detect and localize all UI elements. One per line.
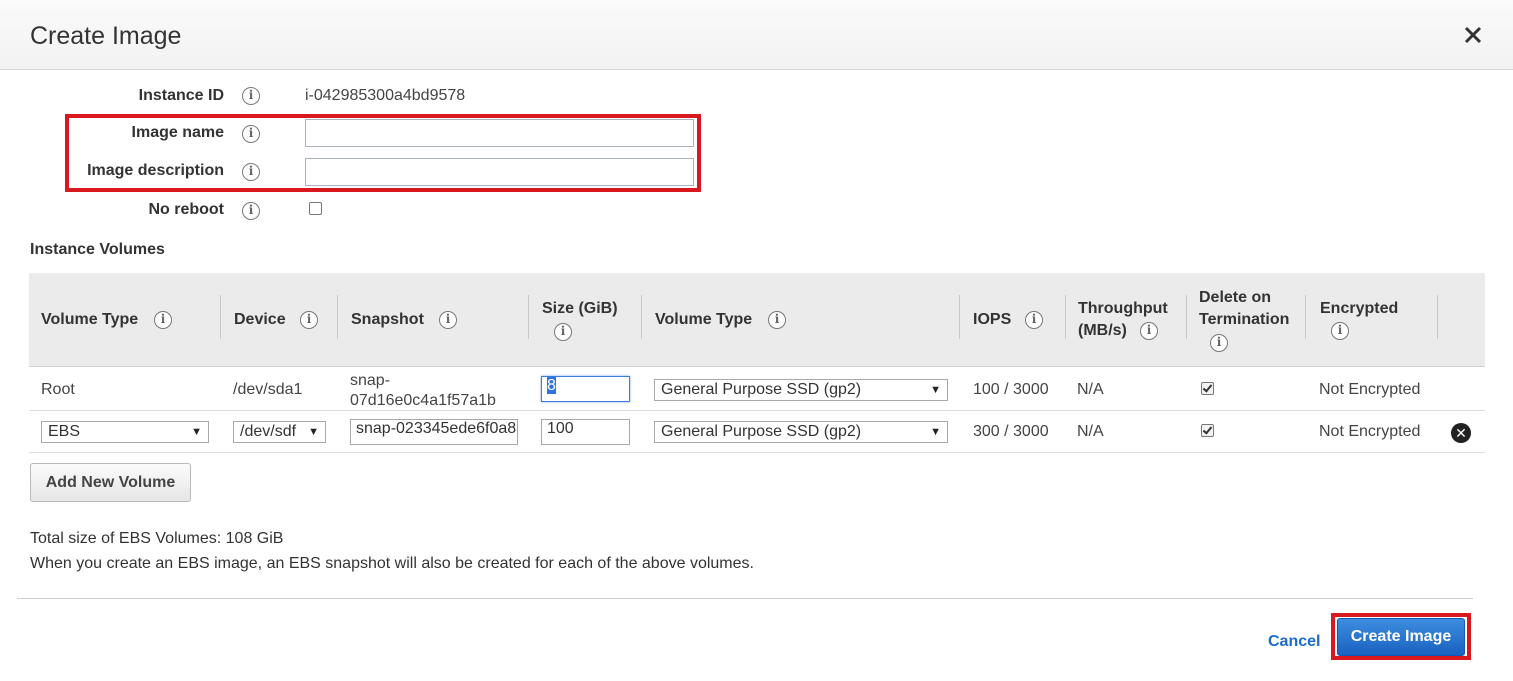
device-value: /dev/sdf — [240, 423, 297, 440]
col-encrypted: Encrypted — [1320, 300, 1399, 317]
ebs-volume-type-value: General Purpose SSD (gp2) — [661, 423, 862, 440]
highlight-box-form — [65, 114, 701, 192]
row-device: /dev/sda1 — [233, 381, 303, 398]
chevron-down-icon: ▼ — [930, 426, 941, 438]
info-icon[interactable]: i — [1331, 322, 1349, 340]
add-new-volume-button[interactable]: Add New Volume — [30, 463, 191, 502]
column-divider — [220, 295, 221, 339]
row-iops: 100 / 3000 — [973, 381, 1049, 398]
col-delete-line2: Termination — [1199, 311, 1290, 328]
total-size-text: Total size of EBS Volumes: 108 GiB — [30, 530, 284, 547]
instance-id-value: i-042985300a4bd9578 — [305, 87, 466, 104]
row-encrypted: Not Encrypted — [1319, 423, 1421, 440]
no-reboot-row: No reboot i — [0, 195, 760, 225]
col-ebs-volume-type: Volume Type — [655, 311, 753, 328]
snapshot-input[interactable]: snap-023345ede6f0a8 — [350, 419, 518, 445]
info-icon[interactable]: i — [554, 323, 572, 341]
ebs-volume-type-select[interactable]: General Purpose SSD (gp2) ▼ — [654, 421, 948, 443]
dialog-header: Create Image — [0, 0, 1513, 70]
chevron-down-icon: ▼ — [191, 426, 202, 438]
column-divider — [1437, 295, 1438, 339]
chevron-down-icon: ▼ — [308, 426, 319, 438]
row-snapshot-line2: 07d16e0c4a1f57a1b — [350, 392, 496, 409]
col-volume-type: Volume Type — [41, 311, 139, 328]
info-icon[interactable]: i — [1025, 311, 1043, 329]
row-divider — [29, 410, 1485, 411]
snapshot-note-text: When you create an EBS image, an EBS sna… — [30, 555, 754, 572]
col-iops: IOPS — [973, 311, 1012, 328]
delete-on-termination-checkbox[interactable] — [1201, 424, 1214, 437]
no-reboot-label: No reboot — [148, 201, 224, 218]
column-divider — [641, 295, 642, 339]
volume-type-select[interactable]: EBS ▼ — [41, 421, 209, 443]
info-icon[interactable]: i — [439, 311, 457, 329]
ebs-volume-type-value: General Purpose SSD (gp2) — [661, 381, 862, 398]
volume-type-value: EBS — [48, 423, 81, 440]
col-size: Size (GiB) — [542, 300, 618, 317]
column-divider — [528, 295, 529, 339]
dialog-title: Create Image — [30, 22, 182, 50]
column-divider — [1305, 295, 1306, 339]
info-icon[interactable]: i — [242, 202, 260, 220]
info-icon[interactable]: i — [242, 87, 260, 105]
row-snapshot-line1: snap- — [350, 372, 391, 389]
chevron-down-icon: ▼ — [930, 384, 941, 396]
instance-id-row: Instance ID i i-042985300a4bd9578 — [0, 81, 760, 111]
col-throughput-line1: Throughput — [1078, 300, 1168, 317]
highlight-box-create — [1331, 613, 1471, 660]
row-volume-type: Root — [41, 381, 75, 398]
row-divider — [29, 452, 1485, 453]
info-icon[interactable]: i — [1210, 334, 1228, 352]
info-icon[interactable]: i — [1140, 322, 1158, 340]
col-snapshot: Snapshot — [351, 311, 424, 328]
row-encrypted: Not Encrypted — [1319, 381, 1421, 398]
info-icon[interactable]: i — [300, 311, 318, 329]
close-icon[interactable] — [1462, 24, 1484, 46]
info-icon[interactable]: i — [154, 311, 172, 329]
row-throughput: N/A — [1077, 423, 1104, 440]
info-icon[interactable]: i — [768, 311, 786, 329]
section-title: Instance Volumes — [30, 241, 165, 258]
snapshot-value: snap-023345ede6f0a8 — [356, 420, 517, 437]
instance-id-label: Instance ID — [138, 87, 224, 104]
ebs-volume-type-select[interactable]: General Purpose SSD (gp2) ▼ — [654, 379, 948, 401]
column-divider — [337, 295, 338, 339]
size-value: 8 — [547, 377, 556, 394]
footer-divider — [17, 598, 1473, 599]
size-input[interactable]: 100 — [541, 419, 630, 445]
column-divider — [1065, 295, 1066, 339]
row-throughput: N/A — [1077, 381, 1104, 398]
device-select[interactable]: /dev/sdf ▼ — [233, 421, 326, 443]
no-reboot-checkbox[interactable] — [309, 202, 322, 215]
volumes-table-header: Volume Type i Device i Snapshot i Size (… — [29, 273, 1485, 367]
column-divider — [1186, 295, 1187, 339]
col-throughput-line2: (MB/s) — [1078, 322, 1127, 339]
col-delete-line1: Delete on — [1199, 289, 1272, 306]
size-input[interactable]: 8 — [541, 376, 630, 402]
row-iops: 300 / 3000 — [973, 423, 1049, 440]
column-divider — [959, 295, 960, 339]
remove-volume-icon[interactable]: ✕ — [1451, 423, 1471, 443]
size-value: 100 — [547, 420, 574, 437]
cancel-button[interactable]: Cancel — [1268, 633, 1320, 651]
delete-on-termination-checkbox[interactable] — [1201, 382, 1214, 395]
col-device: Device — [234, 311, 286, 328]
